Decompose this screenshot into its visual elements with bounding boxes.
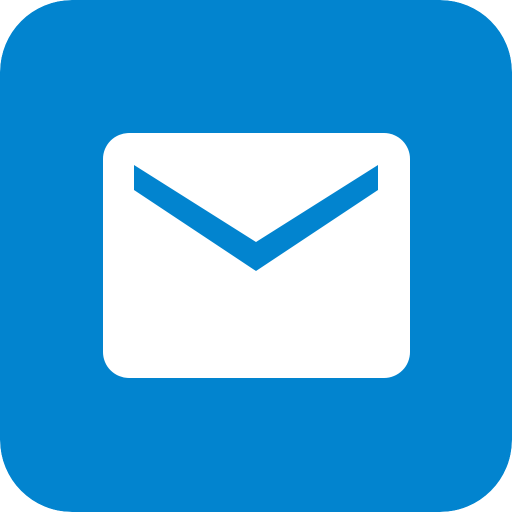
mail-icon	[0, 0, 512, 512]
mail-app-icon[interactable]	[0, 0, 512, 512]
